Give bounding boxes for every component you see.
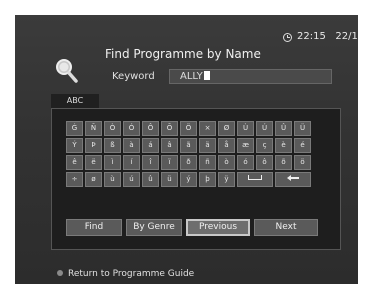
left-arrow-icon <box>287 175 299 181</box>
tab-abc[interactable]: ABC <box>51 94 99 108</box>
return-to-guide[interactable]: Return to Programme Guide <box>57 269 194 279</box>
key[interactable]: Ó <box>123 121 140 136</box>
key[interactable]: ù <box>104 172 121 187</box>
backspace-key[interactable] <box>275 172 311 187</box>
key[interactable]: Ñ <box>85 121 102 136</box>
key[interactable]: ë <box>85 155 102 170</box>
key[interactable]: ð <box>180 155 197 170</box>
key[interactable]: Ý <box>66 138 83 153</box>
key[interactable]: ô <box>256 155 273 170</box>
key[interactable]: ñ <box>199 155 216 170</box>
key[interactable]: Þ <box>85 138 102 153</box>
magnifier-icon <box>56 59 78 83</box>
key[interactable]: é <box>294 138 311 153</box>
keyword-input[interactable]: ALLY <box>169 69 332 84</box>
key[interactable]: â <box>161 138 178 153</box>
keyboard-row: Ġ Ñ Ò Ó Ô Õ Ö × Ø Ù Ú Û Ü <box>66 121 331 136</box>
key[interactable]: î <box>142 155 159 170</box>
key[interactable]: ú <box>123 172 140 187</box>
key[interactable]: Ò <box>104 121 121 136</box>
key[interactable]: ó <box>237 155 254 170</box>
page-title: Find Programme by Name <box>105 47 261 61</box>
keyboard-row: ÷ ø ù ú û ü ý þ ÿ <box>66 172 331 187</box>
space-key[interactable] <box>237 172 273 187</box>
key[interactable]: å <box>218 138 235 153</box>
keyboard-row: ÝÞßàáâãäåæçèé <box>66 138 331 153</box>
key[interactable]: õ <box>275 155 292 170</box>
key[interactable]: æ <box>237 138 254 153</box>
return-label: Return to Programme Guide <box>68 269 195 279</box>
bullet-icon <box>57 270 63 276</box>
find-button[interactable]: Find <box>66 219 122 236</box>
key[interactable]: ö <box>294 155 311 170</box>
key[interactable]: Û <box>275 121 292 136</box>
previous-button[interactable]: Previous <box>186 219 250 236</box>
key[interactable]: × <box>199 121 216 136</box>
keyboard-row: êëìíîïðñòóôõö <box>66 155 331 170</box>
action-buttons: Find By Genre Previous Next <box>66 219 318 236</box>
keyword-label: Keyword <box>112 71 155 82</box>
key[interactable]: ò <box>218 155 235 170</box>
key[interactable]: ä <box>199 138 216 153</box>
keyword-value: ALLY <box>180 71 203 82</box>
key[interactable]: Õ <box>161 121 178 136</box>
key[interactable]: ÿ <box>218 172 235 187</box>
key[interactable]: þ <box>199 172 216 187</box>
time-text: 22:15 <box>297 31 326 42</box>
key[interactable]: í <box>123 155 140 170</box>
key[interactable]: ç <box>256 138 273 153</box>
key[interactable]: à <box>123 138 140 153</box>
by-genre-button[interactable]: By Genre <box>126 219 182 236</box>
on-screen-keyboard: Ġ Ñ Ò Ó Ô Õ Ö × Ø Ù Ú Û Ü Ý Þß à á â ã ä å æ ç è é ê ë ì í î ï ð ñ ò ó ô õ ö ÷… <box>51 108 341 250</box>
key[interactable]: ÷ <box>66 172 83 187</box>
key[interactable]: ã <box>180 138 197 153</box>
keyboard-keys: Ġ Ñ Ò Ó Ô Õ Ö × Ø Ù Ú Û Ü Ý Þß à á â ã ä å æ ç è é ê ë ì í î ï ð ñ ò ó ô õ ö ÷… <box>66 121 331 189</box>
key[interactable]: ü <box>161 172 178 187</box>
key[interactable]: Ù <box>237 121 254 136</box>
key[interactable]: ï <box>161 155 178 170</box>
key[interactable]: Ô <box>142 121 159 136</box>
key[interactable]: ý <box>180 172 197 187</box>
key[interactable]: Ü <box>294 121 311 136</box>
date-text: 22/10 (Thu) <box>335 31 358 42</box>
key[interactable]: ø <box>85 172 102 187</box>
tv-screen: 22:15 22/10 (Thu) Find Programme by Name… <box>15 15 358 284</box>
key[interactable]: Ø <box>218 121 235 136</box>
key[interactable]: ê <box>66 155 83 170</box>
status-time: 22:15 22/10 (Thu) <box>297 31 358 42</box>
clock-icon <box>283 33 292 42</box>
key[interactable]: û <box>142 172 159 187</box>
key[interactable]: Ú <box>256 121 273 136</box>
key[interactable]: ì <box>104 155 121 170</box>
key[interactable]: è <box>275 138 292 153</box>
key[interactable]: Ġ <box>66 121 83 136</box>
text-cursor <box>203 71 210 80</box>
key[interactable]: Ö <box>180 121 197 136</box>
space-bar-icon <box>248 175 262 180</box>
key[interactable]: á <box>142 138 159 153</box>
key[interactable]: ß <box>104 138 121 153</box>
next-button[interactable]: Next <box>254 219 318 236</box>
